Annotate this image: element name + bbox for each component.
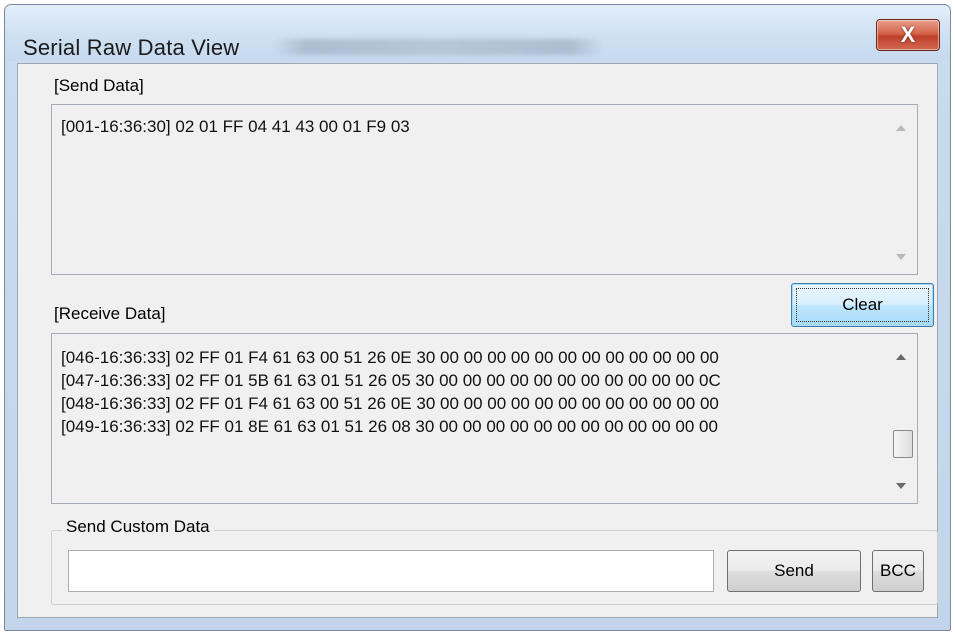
title-bar[interactable]: Serial Raw Data View X xyxy=(5,5,950,61)
serial-raw-data-window: Serial Raw Data View X [Send Data] [001-… xyxy=(4,4,951,631)
send-button[interactable]: Send xyxy=(727,550,861,592)
receive-data-scrollbar[interactable] xyxy=(889,334,917,503)
receive-data-lines: [046-16:36:33] 02 FF 01 F4 61 63 00 51 2… xyxy=(61,346,721,438)
scrollbar-thumb[interactable] xyxy=(893,430,913,458)
data-line: [047-16:36:33] 02 FF 01 5B 61 63 01 51 2… xyxy=(61,371,721,390)
clear-button-label: Clear xyxy=(842,295,883,314)
send-data-textbox[interactable]: [001-16:36:30] 02 01 FF 04 41 43 00 01 F… xyxy=(51,104,918,275)
receive-data-textbox[interactable]: [046-16:36:33] 02 FF 01 F4 61 63 00 51 2… xyxy=(51,333,918,504)
scroll-up-arrow-icon[interactable] xyxy=(896,354,906,360)
send-custom-data-label: Send Custom Data xyxy=(62,517,214,537)
send-data-lines: [001-16:36:30] 02 01 FF 04 41 43 00 01 F… xyxy=(61,115,410,138)
data-line: [048-16:36:33] 02 FF 01 F4 61 63 00 51 2… xyxy=(61,394,719,413)
dialog-client-area: [Send Data] [001-16:36:30] 02 01 FF 04 4… xyxy=(17,63,938,618)
scroll-up-arrow-icon[interactable] xyxy=(896,125,906,131)
bcc-button-label: BCC xyxy=(880,561,916,580)
window-title: Serial Raw Data View xyxy=(23,35,240,60)
custom-data-input[interactable] xyxy=(68,550,714,592)
scroll-down-arrow-icon[interactable] xyxy=(896,254,906,260)
title-redacted-text xyxy=(273,39,603,55)
close-button[interactable]: X xyxy=(876,19,940,51)
send-button-label: Send xyxy=(774,561,814,580)
data-line: [046-16:36:33] 02 FF 01 F4 61 63 00 51 2… xyxy=(61,348,719,367)
clear-button[interactable]: Clear xyxy=(791,283,934,327)
bcc-button[interactable]: BCC xyxy=(872,550,924,592)
data-line: [001-16:36:30] 02 01 FF 04 41 43 00 01 F… xyxy=(61,117,410,136)
send-data-scrollbar[interactable] xyxy=(889,105,917,274)
send-data-label: [Send Data] xyxy=(54,76,144,95)
receive-data-label: [Receive Data] xyxy=(54,304,166,323)
close-icon: X xyxy=(900,22,916,47)
scroll-down-arrow-icon[interactable] xyxy=(896,483,906,489)
data-line: [049-16:36:33] 02 FF 01 8E 61 63 01 51 2… xyxy=(61,417,718,436)
